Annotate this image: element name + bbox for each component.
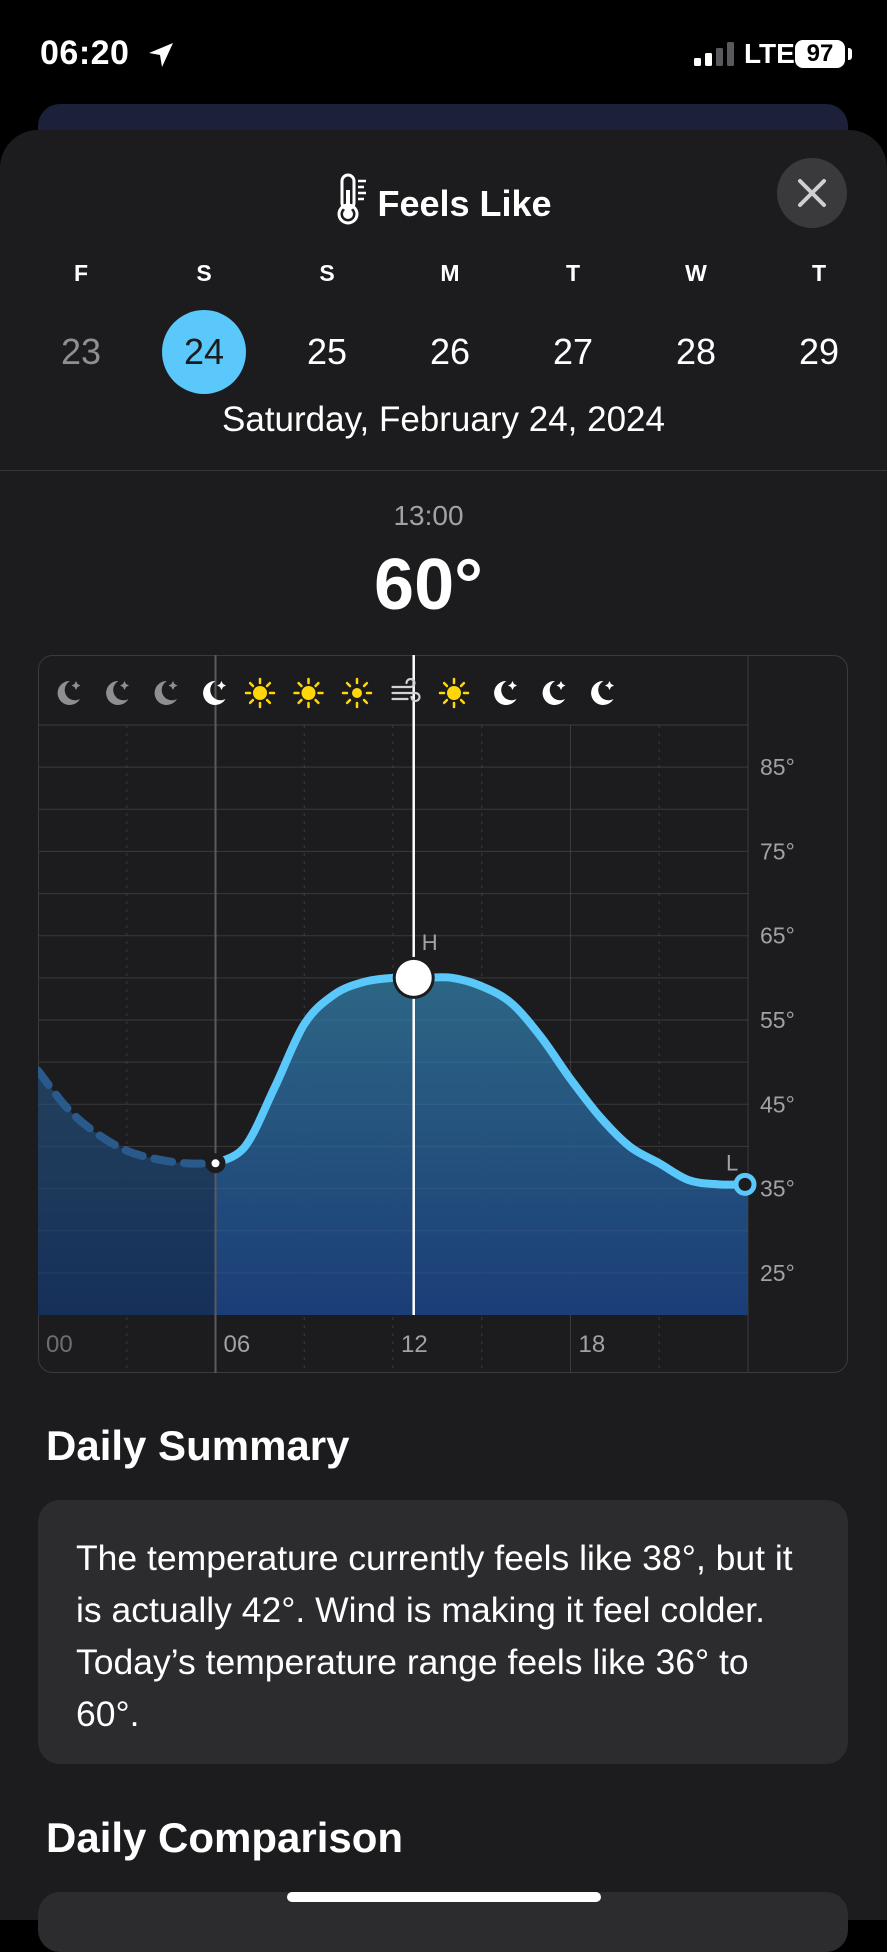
day-number: 27 <box>552 331 594 372</box>
day-29[interactable]: T 29 <box>774 260 864 394</box>
day-number: 28 <box>675 331 717 372</box>
day-letter: T <box>565 260 581 286</box>
day-number: 23 <box>60 331 102 372</box>
location-arrow-icon <box>149 43 173 67</box>
divider <box>0 470 887 471</box>
day-number: 26 <box>429 331 471 372</box>
x-tick-label: 00 <box>46 1331 73 1358</box>
selected-date: Saturday, February 24, 2024 <box>222 400 665 439</box>
day-letter: F <box>73 260 89 286</box>
day-28[interactable]: W 28 <box>651 260 741 394</box>
daily-comparison-heading: Daily Comparison <box>46 1814 404 1861</box>
feels-like-chart[interactable]: H L 85° 75° 65° 55° 45° 35° 25° 00 06 12 18 <box>38 655 848 1373</box>
day-23[interactable]: F 23 <box>36 260 126 394</box>
x-tick-label: 12 <box>401 1331 428 1358</box>
y-tick-label: 35° <box>760 1176 795 1202</box>
y-tick-label: 25° <box>760 1260 795 1286</box>
y-tick-label: 85° <box>760 754 795 780</box>
day-letter: W <box>685 260 707 286</box>
low-label: L <box>726 1150 738 1175</box>
sheet-title: Feels Like <box>0 172 887 226</box>
y-tick-label: 65° <box>760 923 795 949</box>
y-tick-label: 45° <box>760 1091 795 1117</box>
cellular-signal-icon <box>694 42 734 66</box>
daily-summary-heading: Daily Summary <box>46 1422 350 1469</box>
day-letter: T <box>811 260 827 286</box>
sun-core <box>352 688 362 698</box>
daily-summary-text: The temperature currently feels like 38°… <box>76 1538 793 1734</box>
day-27[interactable]: T 27 <box>528 260 618 394</box>
x-tick-label: 06 <box>224 1331 251 1358</box>
close-icon <box>798 179 826 207</box>
sun-core <box>253 686 267 700</box>
day-24[interactable]: S 24 <box>159 260 249 394</box>
day-25[interactable]: S 25 <box>282 260 372 394</box>
high-label: H <box>422 930 438 955</box>
day-picker: F 23 S 24 S 25 M 26 T 27 W 28 T 29 <box>0 260 887 394</box>
home-indicator[interactable] <box>287 1892 601 1902</box>
daily-summary-card: The temperature currently feels like 38°… <box>38 1500 848 1764</box>
carrier-label: LTE <box>744 38 795 69</box>
battery-icon: 97 <box>795 40 845 68</box>
thermometer-icon <box>337 173 367 225</box>
day-letter: S <box>196 260 212 286</box>
selection-knob <box>395 959 432 996</box>
sun-core <box>301 686 316 700</box>
x-tick-label: 18 <box>579 1331 606 1358</box>
status-time: 06:20 <box>40 34 130 72</box>
day-number: 29 <box>798 331 840 372</box>
selected-temperature: 60° <box>374 545 483 625</box>
close-button[interactable] <box>777 158 847 228</box>
day-letter: S <box>319 260 335 286</box>
battery-nub <box>848 48 852 60</box>
selected-time: 13:00 <box>393 500 464 531</box>
day-letter: M <box>440 260 460 286</box>
status-bar: 06:20 LTE 97 <box>0 0 887 110</box>
day-number: 24 <box>162 310 246 394</box>
end-dot <box>733 1172 757 1196</box>
day-number: 25 <box>306 331 348 372</box>
sun-core <box>447 686 461 700</box>
y-tick-label: 55° <box>760 1007 795 1033</box>
now-marker <box>211 1159 220 1168</box>
y-tick-label: 75° <box>760 838 795 864</box>
day-26[interactable]: M 26 <box>405 260 495 394</box>
sheet-title-text: Feels Like <box>377 183 552 224</box>
